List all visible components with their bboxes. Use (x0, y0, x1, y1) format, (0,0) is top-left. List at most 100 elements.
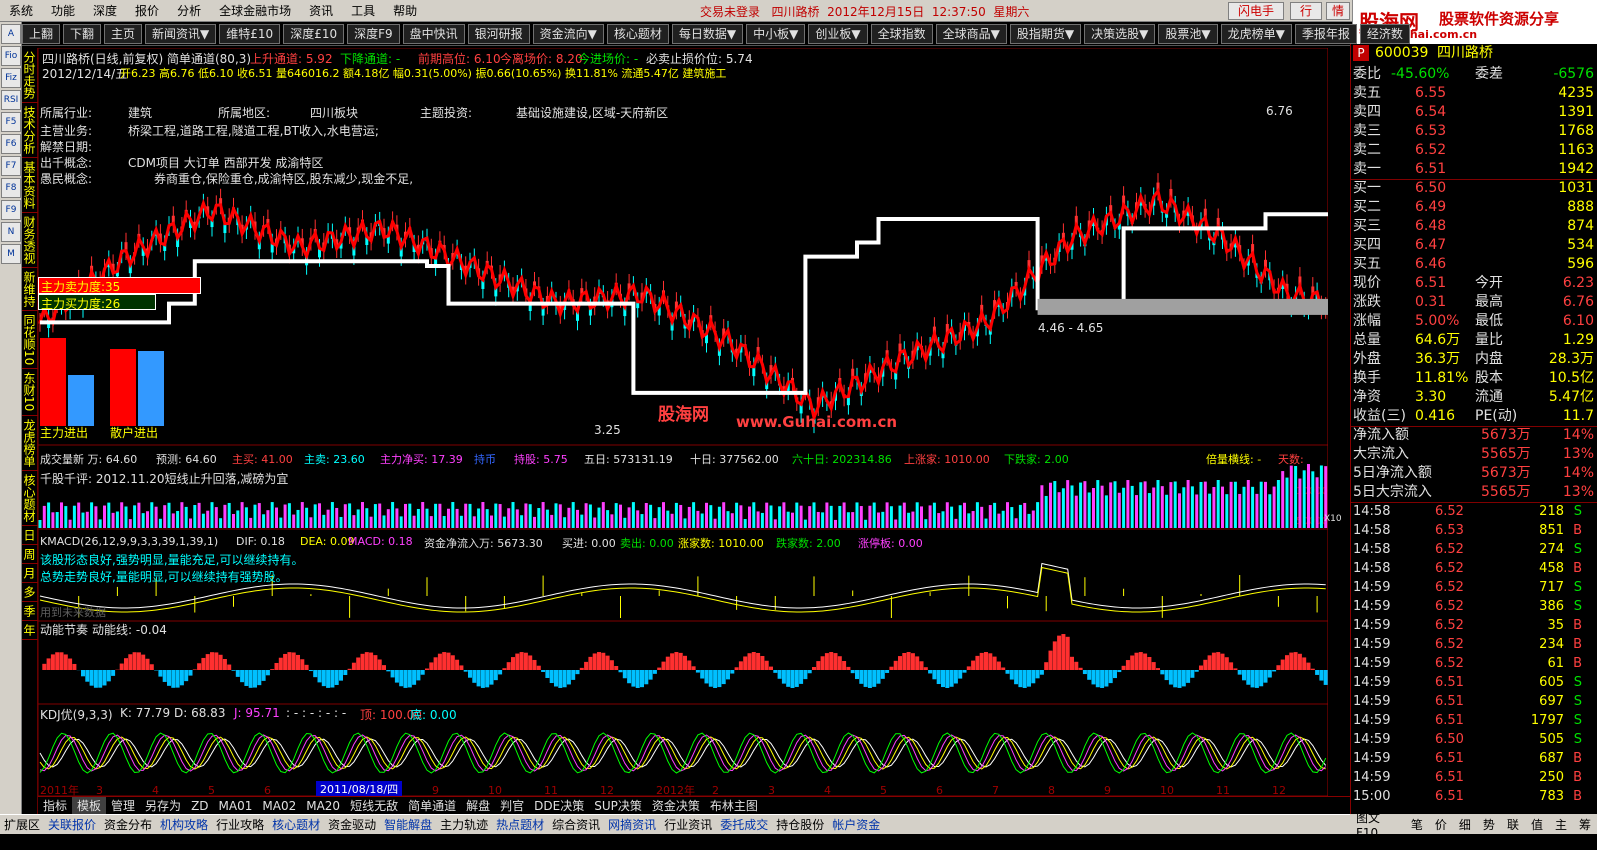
toolbar-button-14[interactable]: 全球指数 (870, 23, 933, 44)
extension-tab-11[interactable]: 网摘资讯 (604, 816, 660, 833)
extension-tab-9[interactable]: 热点题材 (492, 816, 548, 833)
menu-item-system[interactable]: 系统 (0, 2, 42, 19)
right-tab-2[interactable]: 价 (1429, 816, 1453, 833)
vtab-10[interactable]: 周 (22, 545, 38, 564)
vtab-11[interactable]: 月 (22, 564, 38, 583)
vtab-12[interactable]: 多 (22, 583, 38, 602)
toolbar-button-5[interactable]: 深度£10 (283, 23, 345, 44)
indicator-tab-5[interactable]: MA01 (214, 799, 258, 813)
toolbar-button-6[interactable]: 深度F9 (347, 23, 400, 44)
vtab-2[interactable]: 基本资料 (22, 158, 38, 213)
indicator-tab-2[interactable]: 管理 (106, 797, 140, 814)
vtab-0[interactable]: 分时走势 (22, 48, 38, 103)
menu-item-global-markets[interactable]: 全球金融市场 (210, 2, 300, 19)
right-tab-3[interactable]: 细 (1453, 816, 1477, 833)
indicator-tab-0[interactable]: 指标 (38, 797, 72, 814)
toolbar-button-4[interactable]: 维特£10 (219, 23, 281, 44)
left-icon-10[interactable]: M (1, 244, 21, 264)
right-tab-7[interactable]: 主 (1549, 816, 1573, 833)
extension-tab-3[interactable]: 机构攻略 (156, 816, 212, 833)
toolbar-button-15[interactable]: 全球商品▼ (935, 23, 1007, 44)
indicator-tab-13[interactable]: SUP决策 (589, 797, 647, 814)
extension-tab-5[interactable]: 核心题材 (268, 816, 324, 833)
vtab-8[interactable]: 核心题材 (22, 471, 38, 526)
left-icon-0[interactable]: A (1, 24, 21, 44)
extension-tab-4[interactable]: 行业攻略 (212, 816, 268, 833)
extension-tab-13[interactable]: 委托成交 (716, 816, 772, 833)
menu-item-function[interactable]: 功能 (42, 2, 84, 19)
vtab-9[interactable]: 日 (22, 526, 38, 545)
vtab-3[interactable]: 财务透视 (22, 213, 38, 268)
extension-tab-2[interactable]: 资金分布 (100, 816, 156, 833)
login-status[interactable]: 交易未登录 (700, 5, 760, 19)
toolbar-button-19[interactable]: 龙虎榜单▼ (1220, 23, 1292, 44)
extension-tab-8[interactable]: 主力轨迹 (436, 816, 492, 833)
left-icon-5[interactable]: F6 (1, 134, 21, 154)
vtab-1[interactable]: 技术分析 (22, 103, 38, 158)
vtab-7[interactable]: 龙虎榜单 (22, 416, 38, 471)
info-button[interactable]: 情 (1326, 2, 1350, 20)
left-icon-8[interactable]: F9 (1, 200, 21, 220)
toolbar-button-1[interactable]: 下翻 (63, 23, 102, 44)
indicator-tab-9[interactable]: 简单通道 (403, 797, 461, 814)
toolbar-button-13[interactable]: 创业板▼ (808, 23, 868, 44)
left-icon-4[interactable]: F5 (1, 112, 21, 132)
menu-item-help[interactable]: 帮助 (384, 2, 426, 19)
toolbar-button-7[interactable]: 盘中快讯 (402, 23, 465, 44)
toolbar-button-17[interactable]: 决策选股▼ (1084, 23, 1156, 44)
vtab-14[interactable]: 年 (22, 621, 38, 640)
vtab-5[interactable]: 同花顺10 (22, 311, 38, 370)
indicator-tab-11[interactable]: 判官 (495, 797, 529, 814)
indicator-tab-15[interactable]: 布林主图 (705, 797, 763, 814)
vtab-13[interactable]: 季 (22, 602, 38, 621)
toolbar-button-18[interactable]: 股票池▼ (1158, 23, 1218, 44)
toolbar-button-8[interactable]: 银河研报 (467, 23, 530, 44)
quote-button[interactable]: 行 (1290, 2, 1322, 20)
toolbar-button-10[interactable]: 核心题材 (606, 23, 669, 44)
toolbar-button-21[interactable]: 经济数 (1359, 23, 1410, 44)
indicator-tab-7[interactable]: MA20 (301, 799, 345, 813)
extension-tab-10[interactable]: 综合资讯 (548, 816, 604, 833)
menu-item-news[interactable]: 资讯 (300, 2, 342, 19)
indicator-tab-8[interactable]: 短线无敌 (345, 797, 403, 814)
toolbar-button-9[interactable]: 资金流向▼ (532, 23, 604, 44)
flash-trade-button[interactable]: 闪电手 (1228, 2, 1284, 20)
menu-item-analysis[interactable]: 分析 (168, 2, 210, 19)
indicator-tab-10[interactable]: 解盘 (461, 797, 495, 814)
left-icon-1[interactable]: Fio (1, 46, 21, 66)
indicator-tab-12[interactable]: DDE决策 (529, 797, 589, 814)
left-icon-3[interactable]: RSI (1, 90, 21, 110)
toolbar-button-12[interactable]: 中小板▼ (746, 23, 806, 44)
left-icon-6[interactable]: F7 (1, 156, 21, 176)
right-tab-6[interactable]: 值 (1525, 816, 1549, 833)
vtab-6[interactable]: 东财10 (22, 369, 38, 416)
extension-tab-12[interactable]: 行业资讯 (660, 816, 716, 833)
toolbar-button-20[interactable]: 季报年报 (1294, 23, 1357, 44)
toolbar-button-3[interactable]: 新闻资讯▼ (145, 23, 217, 44)
right-tab-4[interactable]: 势 (1477, 816, 1501, 833)
vtab-4[interactable]: 新维持 (22, 268, 38, 311)
menu-item-depth[interactable]: 深度 (84, 2, 126, 19)
extension-tab-14[interactable]: 持仓股份 (772, 816, 828, 833)
indicator-tab-14[interactable]: 资金决策 (647, 797, 705, 814)
indicator-tab-6[interactable]: MA02 (257, 799, 301, 813)
toolbar-button-0[interactable]: 上翻 (22, 23, 61, 44)
extension-tab-1[interactable]: 关联报价 (44, 816, 100, 833)
right-tab-5[interactable]: 联 (1501, 816, 1525, 833)
extension-tab-7[interactable]: 智能解盘 (380, 816, 436, 833)
menu-item-quote[interactable]: 报价 (126, 2, 168, 19)
toolbar-button-11[interactable]: 每日数据▼ (671, 23, 744, 44)
left-icon-7[interactable]: F8 (1, 178, 21, 198)
indicator-tab-1[interactable]: 模板 (72, 797, 107, 814)
extension-tab-6[interactable]: 资金驱动 (324, 816, 380, 833)
toolbar-button-2[interactable]: 主页 (104, 23, 143, 44)
menu-item-tools[interactable]: 工具 (342, 2, 384, 19)
extension-tab-15[interactable]: 帐户资金 (828, 816, 884, 833)
right-tab-8[interactable]: 筹 (1573, 816, 1597, 833)
indicator-tab-3[interactable]: 另存为 (140, 797, 186, 814)
toolbar-button-16[interactable]: 股指期货▼ (1009, 23, 1082, 44)
left-icon-9[interactable]: N (1, 222, 21, 242)
indicator-tab-4[interactable]: ZD (186, 799, 213, 813)
extension-tab-0[interactable]: 扩展区 (0, 816, 44, 833)
right-tab-1[interactable]: 笔 (1405, 816, 1429, 833)
